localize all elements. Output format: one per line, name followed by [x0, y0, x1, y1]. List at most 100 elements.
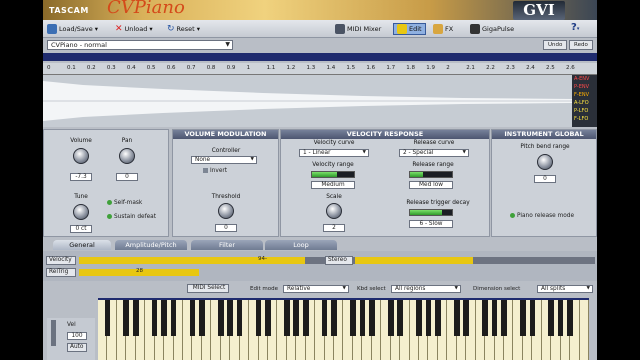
black-key[interactable] — [170, 300, 177, 336]
black-key[interactable] — [284, 300, 290, 336]
stereo-zone-bar[interactable] — [355, 257, 473, 264]
velocity-range-meter[interactable] — [311, 171, 355, 178]
fx-button[interactable]: FX — [433, 23, 453, 35]
black-key[interactable] — [529, 300, 536, 336]
black-key[interactable] — [331, 300, 337, 336]
pan-knob[interactable] — [119, 148, 135, 164]
black-key[interactable] — [132, 300, 139, 336]
envelope-item[interactable]: F-LFO — [572, 115, 597, 123]
release-trigger-meter[interactable] — [409, 209, 453, 216]
black-key[interactable] — [501, 300, 507, 336]
tab-general[interactable]: General — [53, 240, 111, 250]
ruler-tick: 0.1 — [66, 65, 76, 71]
release-range-meter[interactable] — [409, 171, 453, 178]
self-mask-toggle[interactable]: Self-mask — [107, 200, 142, 206]
black-key[interactable] — [321, 300, 328, 336]
waveform-display[interactable] — [43, 75, 597, 127]
threshold-value[interactable]: 0 — [215, 224, 237, 232]
black-key[interactable] — [548, 300, 555, 336]
help-button[interactable]: ?▾ — [571, 22, 579, 33]
chevron-down-icon: ▾ — [94, 25, 99, 33]
auto-button[interactable]: Auto — [67, 343, 87, 352]
black-key[interactable] — [189, 300, 196, 336]
black-key[interactable] — [453, 300, 460, 336]
black-key[interactable] — [302, 300, 309, 336]
envelope-item[interactable]: F-ENV — [572, 91, 597, 99]
velocity-curve-select[interactable]: 1 - Linear — [299, 149, 369, 157]
tune-knob[interactable] — [73, 204, 89, 220]
controller-select[interactable]: None — [191, 156, 257, 164]
gvi-editor-window: TASCAM CVPiano GVI Load/Save ▾ ✕ Unload … — [43, 0, 597, 360]
black-key[interactable] — [425, 300, 432, 336]
kbd-select-select[interactable]: All regions — [391, 285, 461, 293]
black-key[interactable] — [217, 300, 224, 336]
black-key[interactable] — [387, 300, 394, 336]
unload-button[interactable]: ✕ Unload ▾ — [115, 23, 153, 35]
velocity-zone-bar[interactable] — [79, 257, 305, 264]
redo-button[interactable]: Redo — [569, 40, 593, 50]
black-key[interactable] — [151, 300, 158, 336]
scale-knob[interactable] — [326, 203, 342, 219]
piano-release-toggle[interactable]: Piano release mode — [510, 213, 574, 219]
threshold-knob[interactable] — [218, 203, 234, 219]
piano-keyboard[interactable] — [98, 300, 589, 360]
black-key[interactable] — [557, 300, 564, 336]
gigapulse-button[interactable]: GigaPulse — [470, 23, 514, 35]
midi-select-button[interactable]: MIDI Select — [187, 284, 229, 293]
black-key[interactable] — [491, 300, 498, 336]
invert-checkbox[interactable]: Invert — [203, 168, 227, 174]
pan-value[interactable]: 0 — [116, 173, 138, 181]
black-key[interactable] — [435, 300, 441, 336]
black-key[interactable] — [520, 300, 526, 336]
reset-button[interactable]: ↻ Reset ▾ — [167, 23, 200, 35]
volume-value[interactable]: -7.3 — [70, 173, 92, 181]
region-scrollbar[interactable] — [43, 53, 597, 61]
black-key[interactable] — [368, 300, 375, 336]
black-key[interactable] — [123, 300, 130, 336]
release-curve-select[interactable]: 2 - Special — [399, 149, 469, 157]
vel-slider[interactable] — [51, 320, 56, 346]
tab-amplitude-pitch[interactable]: Amplitude/Pitch — [115, 240, 187, 250]
black-key[interactable] — [104, 300, 111, 336]
tab-filter[interactable]: Filter — [191, 240, 263, 250]
stereo-button[interactable]: Stereo — [325, 256, 353, 265]
black-key[interactable] — [416, 300, 422, 336]
envelope-item[interactable]: A-LFO — [572, 99, 597, 107]
ruler-tick: 1.2 — [286, 65, 296, 71]
vel-value[interactable]: 100 — [67, 332, 87, 340]
envelope-item[interactable]: P-ENV — [572, 83, 597, 91]
black-key[interactable] — [350, 300, 356, 336]
white-key[interactable] — [580, 300, 589, 360]
black-key[interactable] — [161, 300, 167, 336]
edit-button[interactable]: Edit — [393, 23, 426, 35]
dimension-select[interactable]: All splits — [537, 285, 593, 293]
load-save-button[interactable]: Load/Save ▾ — [47, 23, 98, 35]
undo-button[interactable]: Undo — [543, 40, 568, 50]
midi-mixer-button[interactable]: MIDI Mixer — [335, 23, 381, 35]
black-key[interactable] — [359, 300, 366, 336]
black-key[interactable] — [236, 300, 243, 336]
tune-value[interactable]: 0 ct — [70, 225, 92, 233]
release-curve-label: Release curve — [413, 140, 455, 146]
tab-loop[interactable]: Loop — [265, 240, 337, 250]
black-key[interactable] — [293, 300, 300, 336]
velocity-range-label: Velocity range — [312, 162, 354, 168]
black-key[interactable] — [227, 300, 234, 336]
black-key[interactable] — [482, 300, 488, 336]
pitch-bend-knob[interactable] — [537, 154, 553, 170]
scale-value[interactable]: 2 — [323, 224, 345, 232]
envelope-item[interactable]: A-ENV — [572, 75, 597, 83]
black-key[interactable] — [255, 300, 262, 336]
black-key[interactable] — [199, 300, 205, 336]
sustain-defeat-toggle[interactable]: Sustain defeat — [107, 214, 156, 220]
edit-mode-select[interactable]: Relative — [283, 285, 349, 293]
volume-knob[interactable] — [73, 148, 89, 164]
black-key[interactable] — [397, 300, 403, 336]
ruler-tick: 2 — [446, 65, 450, 71]
envelope-item[interactable]: P-LFO — [572, 107, 597, 115]
black-key[interactable] — [463, 300, 470, 336]
preset-select[interactable]: CVPiano - normal ▼ — [47, 40, 233, 50]
black-key[interactable] — [567, 300, 573, 336]
black-key[interactable] — [265, 300, 271, 336]
pitch-bend-value[interactable]: 0 — [534, 175, 556, 183]
